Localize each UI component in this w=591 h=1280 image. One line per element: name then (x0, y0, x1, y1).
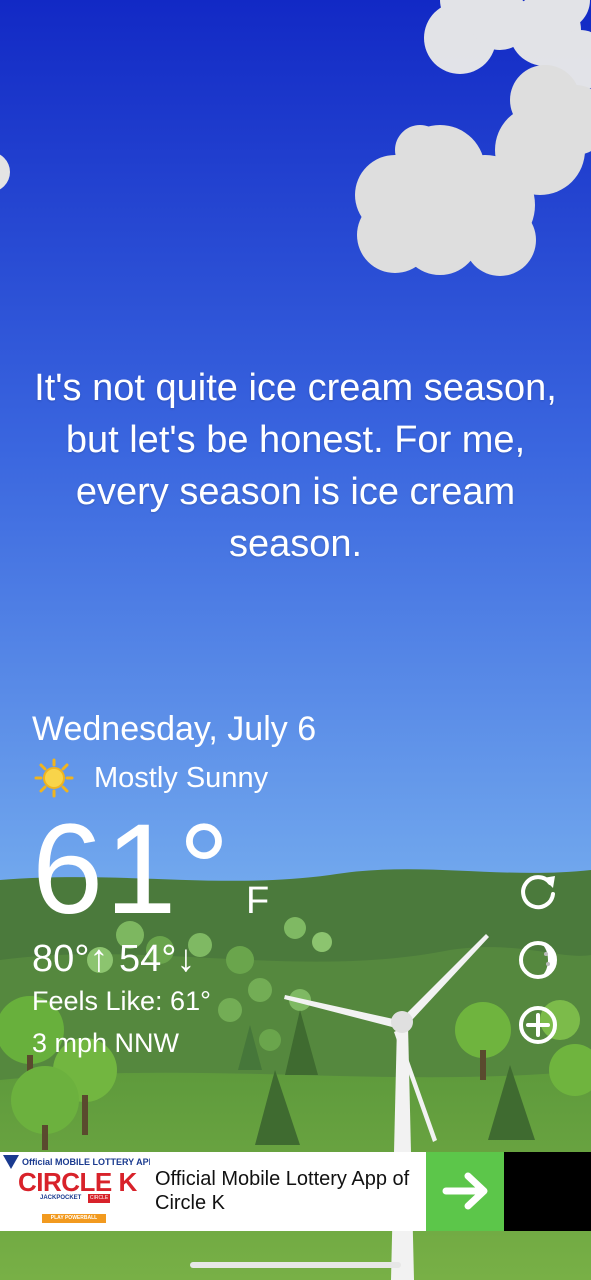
ad-logo-mark (3, 1155, 19, 1169)
ad-logo[interactable]: Official MOBILE LOTTERY APP of CIRCLE K … (0, 1152, 166, 1231)
ad-text[interactable]: Official Mobile Lottery App of Circle K (150, 1152, 426, 1231)
arrow-right-icon (442, 1172, 488, 1210)
ad-logo-play: PLAY POWERBALL (42, 1214, 106, 1223)
refresh-button[interactable] (516, 870, 560, 914)
date-label: Wednesday, July 6 (32, 710, 317, 748)
condition-label: Mostly Sunny (94, 761, 269, 794)
moon-phase-button[interactable] (516, 938, 560, 982)
add-location-button[interactable] (516, 1003, 560, 1047)
feels-like: Feels Like: 61° (32, 986, 211, 1016)
moon-phase-icon (519, 941, 557, 979)
refresh-icon (521, 875, 555, 910)
ad-logo-partner: JACKPOCKET (40, 1195, 82, 1201)
high-low-temperature: 80°↑ 54°↓ (32, 938, 196, 980)
ad-cta-button[interactable] (426, 1152, 504, 1231)
temperature-unit: F (246, 880, 270, 922)
wind-speed: 3 mph NNW (32, 1028, 180, 1058)
condition-row: Mostly Sunny (32, 758, 268, 798)
home-indicator[interactable] (190, 1262, 401, 1268)
sun-icon (32, 758, 72, 798)
ad-banner[interactable]: Official MOBILE LOTTERY APP of CIRCLE K … (0, 1152, 591, 1231)
ad-logo-brand: CIRCLE K (18, 1167, 137, 1197)
current-temperature: 61° (32, 798, 232, 941)
weather-scene (0, 0, 591, 1280)
quote-text: It's not quite ice cream season, but let… (34, 367, 557, 565)
add-icon (519, 1006, 557, 1044)
ad-logo-tagline: Official MOBILE LOTTERY APP of (22, 1157, 166, 1167)
ad-logo-badge: CIRCLE K (88, 1194, 110, 1210)
